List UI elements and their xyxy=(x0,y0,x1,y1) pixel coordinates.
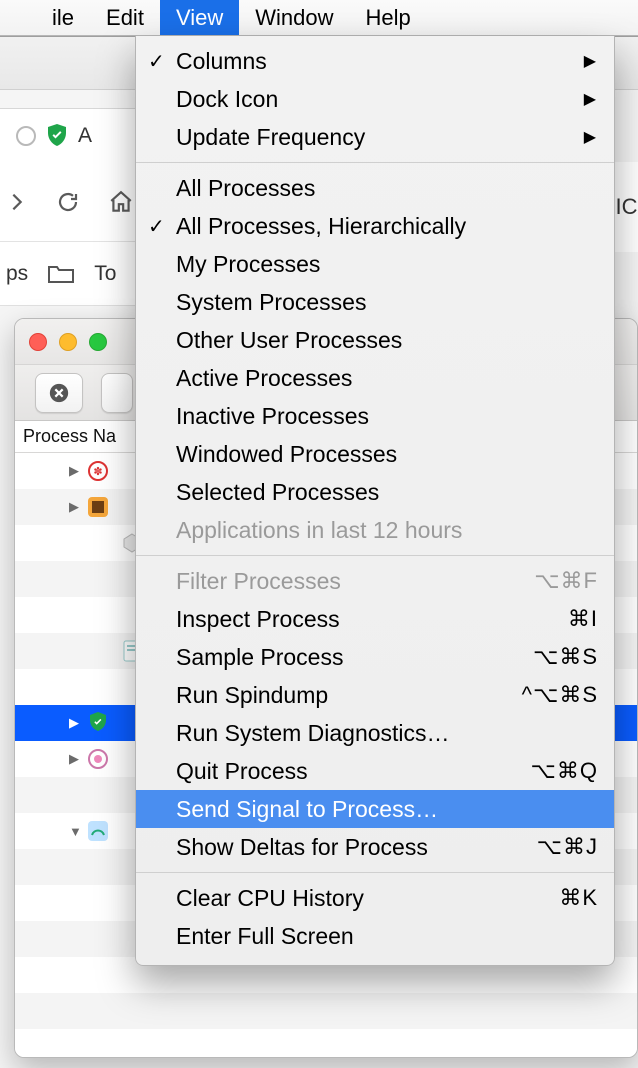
menu-item-all-processes-hierarchically[interactable]: ✓ All Processes, Hierarchically xyxy=(136,207,614,245)
minimize-icon[interactable] xyxy=(59,333,77,351)
menu-shortcut: ⌥⌘J xyxy=(537,834,598,860)
menu-separator xyxy=(136,872,614,873)
menu-item-windowed-processes[interactable]: Windowed Processes xyxy=(136,435,614,473)
menu-item-inspect-process[interactable]: Inspect Process ⌘I xyxy=(136,600,614,638)
menu-item-label: Inactive Processes xyxy=(176,403,369,430)
menu-item-quit-process[interactable]: Quit Process ⌥⌘Q xyxy=(136,752,614,790)
menu-shortcut: ⌥⌘F xyxy=(534,568,598,594)
menu-shortcut: ⌥⌘S xyxy=(533,644,598,670)
menu-item-run-system-diagnostics[interactable]: Run System Diagnostics… xyxy=(136,714,614,752)
menu-item-label: Selected Processes xyxy=(176,479,379,506)
menu-item-filter-processes: Filter Processes ⌥⌘F xyxy=(136,562,614,600)
svg-text:✽: ✽ xyxy=(93,466,102,478)
menu-item-send-signal-to-process[interactable]: Send Signal to Process… xyxy=(136,790,614,828)
disclosure-right-icon[interactable]: ▶ xyxy=(69,499,79,515)
shield-icon xyxy=(87,712,109,734)
disclosure-right-icon[interactable]: ▶ xyxy=(69,715,79,731)
menu-help[interactable]: Help xyxy=(349,0,426,35)
table-row[interactable] xyxy=(15,993,637,1029)
menu-item-label: Run System Diagnostics… xyxy=(176,720,450,747)
menu-item-label: Send Signal to Process… xyxy=(176,796,438,823)
menu-item-label: Windowed Processes xyxy=(176,441,397,468)
app4-icon xyxy=(87,820,109,842)
maximize-icon[interactable] xyxy=(89,333,107,351)
submenu-arrow-icon: ▶ xyxy=(584,127,596,147)
menu-window[interactable]: Window xyxy=(239,0,349,35)
tab-favicon-placeholder xyxy=(16,126,36,146)
menu-item-enter-full-screen[interactable]: Enter Full Screen xyxy=(136,917,614,955)
menu-item-columns[interactable]: ✓ Columns ▶ xyxy=(136,42,614,80)
disclosure-down-icon[interactable]: ▼ xyxy=(69,824,82,839)
menu-item-my-processes[interactable]: My Processes xyxy=(136,245,614,283)
menu-item-run-spindump[interactable]: Run Spindump ^⌥⌘S xyxy=(136,676,614,714)
check-icon: ✓ xyxy=(148,214,165,239)
submenu-arrow-icon: ▶ xyxy=(584,89,596,109)
forward-icon[interactable] xyxy=(6,191,28,213)
bookmark-label-2[interactable]: To xyxy=(94,262,116,286)
menu-item-label: Clear CPU History xyxy=(176,885,364,912)
menu-shortcut: ⌥⌘Q xyxy=(531,758,598,784)
menu-item-label: Show Deltas for Process xyxy=(176,834,428,861)
menu-shortcut: ⌘K xyxy=(559,885,598,911)
menu-edit[interactable]: Edit xyxy=(90,0,160,35)
menu-item-label: Enter Full Screen xyxy=(176,923,354,950)
menu-item-selected-processes[interactable]: Selected Processes xyxy=(136,473,614,511)
menu-item-applications-in-last-12-hours: Applications in last 12 hours xyxy=(136,511,614,549)
menu-item-label: Active Processes xyxy=(176,365,352,392)
right-window-fragment: IC xyxy=(614,162,638,252)
menu-item-label: System Processes xyxy=(176,289,366,316)
disclosure-right-icon[interactable]: ▶ xyxy=(69,751,79,767)
menu-item-inactive-processes[interactable]: Inactive Processes xyxy=(136,397,614,435)
app1-icon: ✽ xyxy=(87,460,109,482)
reload-icon[interactable] xyxy=(56,190,80,214)
menu-item-show-deltas-for-process[interactable]: Show Deltas for Process ⌥⌘J xyxy=(136,828,614,866)
right-fragment-label: IC xyxy=(616,194,638,220)
menu-item-label: Other User Processes xyxy=(176,327,402,354)
menu-item-label: Quit Process xyxy=(176,758,308,785)
menu-item-clear-cpu-history[interactable]: Clear CPU History ⌘K xyxy=(136,879,614,917)
menu-item-other-user-processes[interactable]: Other User Processes xyxy=(136,321,614,359)
menu-item-label: All Processes xyxy=(176,175,315,202)
menu-item-dock-icon[interactable]: Dock Icon ▶ xyxy=(136,80,614,118)
menu-separator xyxy=(136,555,614,556)
menu-item-active-processes[interactable]: Active Processes xyxy=(136,359,614,397)
bookmark-label-1[interactable]: ps xyxy=(6,262,28,286)
disclosure-right-icon[interactable]: ▶ xyxy=(69,463,79,479)
menu-item-label: Inspect Process xyxy=(176,606,340,633)
folder-icon[interactable] xyxy=(48,264,74,284)
menu-item-sample-process[interactable]: Sample Process ⌥⌘S xyxy=(136,638,614,676)
menu-shortcut: ^⌥⌘S xyxy=(522,682,598,708)
view-menu-dropdown: ✓ Columns ▶ Dock Icon ▶ Update Frequency ▶ All … xyxy=(135,36,615,966)
menu-item-label: All Processes, Hierarchically xyxy=(176,213,466,240)
submenu-arrow-icon: ▶ xyxy=(584,51,596,71)
home-icon[interactable] xyxy=(108,189,134,215)
app3-icon xyxy=(87,748,109,770)
info-button[interactable] xyxy=(101,373,133,413)
menu-shortcut: ⌘I xyxy=(568,606,598,632)
menu-item-system-processes[interactable]: System Processes xyxy=(136,283,614,321)
column-header-label: Process Na xyxy=(23,426,116,447)
menu-view[interactable]: View xyxy=(160,0,239,35)
browser-tab-label: A xyxy=(78,124,92,148)
menu-item-update-frequency[interactable]: Update Frequency ▶ xyxy=(136,118,614,156)
menu-separator xyxy=(136,162,614,163)
app2-icon xyxy=(87,496,109,518)
menu-item-label: Run Spindump xyxy=(176,682,328,709)
close-icon[interactable] xyxy=(29,333,47,351)
menu-item-label: Columns xyxy=(176,48,267,75)
menu-item-label: Applications in last 12 hours xyxy=(176,517,462,544)
menu-item-label: Filter Processes xyxy=(176,568,341,595)
menu-item-all-processes[interactable]: All Processes xyxy=(136,169,614,207)
table-row[interactable] xyxy=(15,1029,637,1058)
menu-item-label: Update Frequency xyxy=(176,124,365,151)
check-icon: ✓ xyxy=(148,49,165,74)
menu-item-label: My Processes xyxy=(176,251,320,278)
shield-icon xyxy=(46,124,68,148)
menu-item-label: Sample Process xyxy=(176,644,343,671)
menu-bar: ileEditViewWindowHelp xyxy=(0,0,638,36)
stop-process-button[interactable] xyxy=(35,373,83,413)
menu-ile[interactable]: ile xyxy=(36,0,90,35)
menu-item-label: Dock Icon xyxy=(176,86,278,113)
